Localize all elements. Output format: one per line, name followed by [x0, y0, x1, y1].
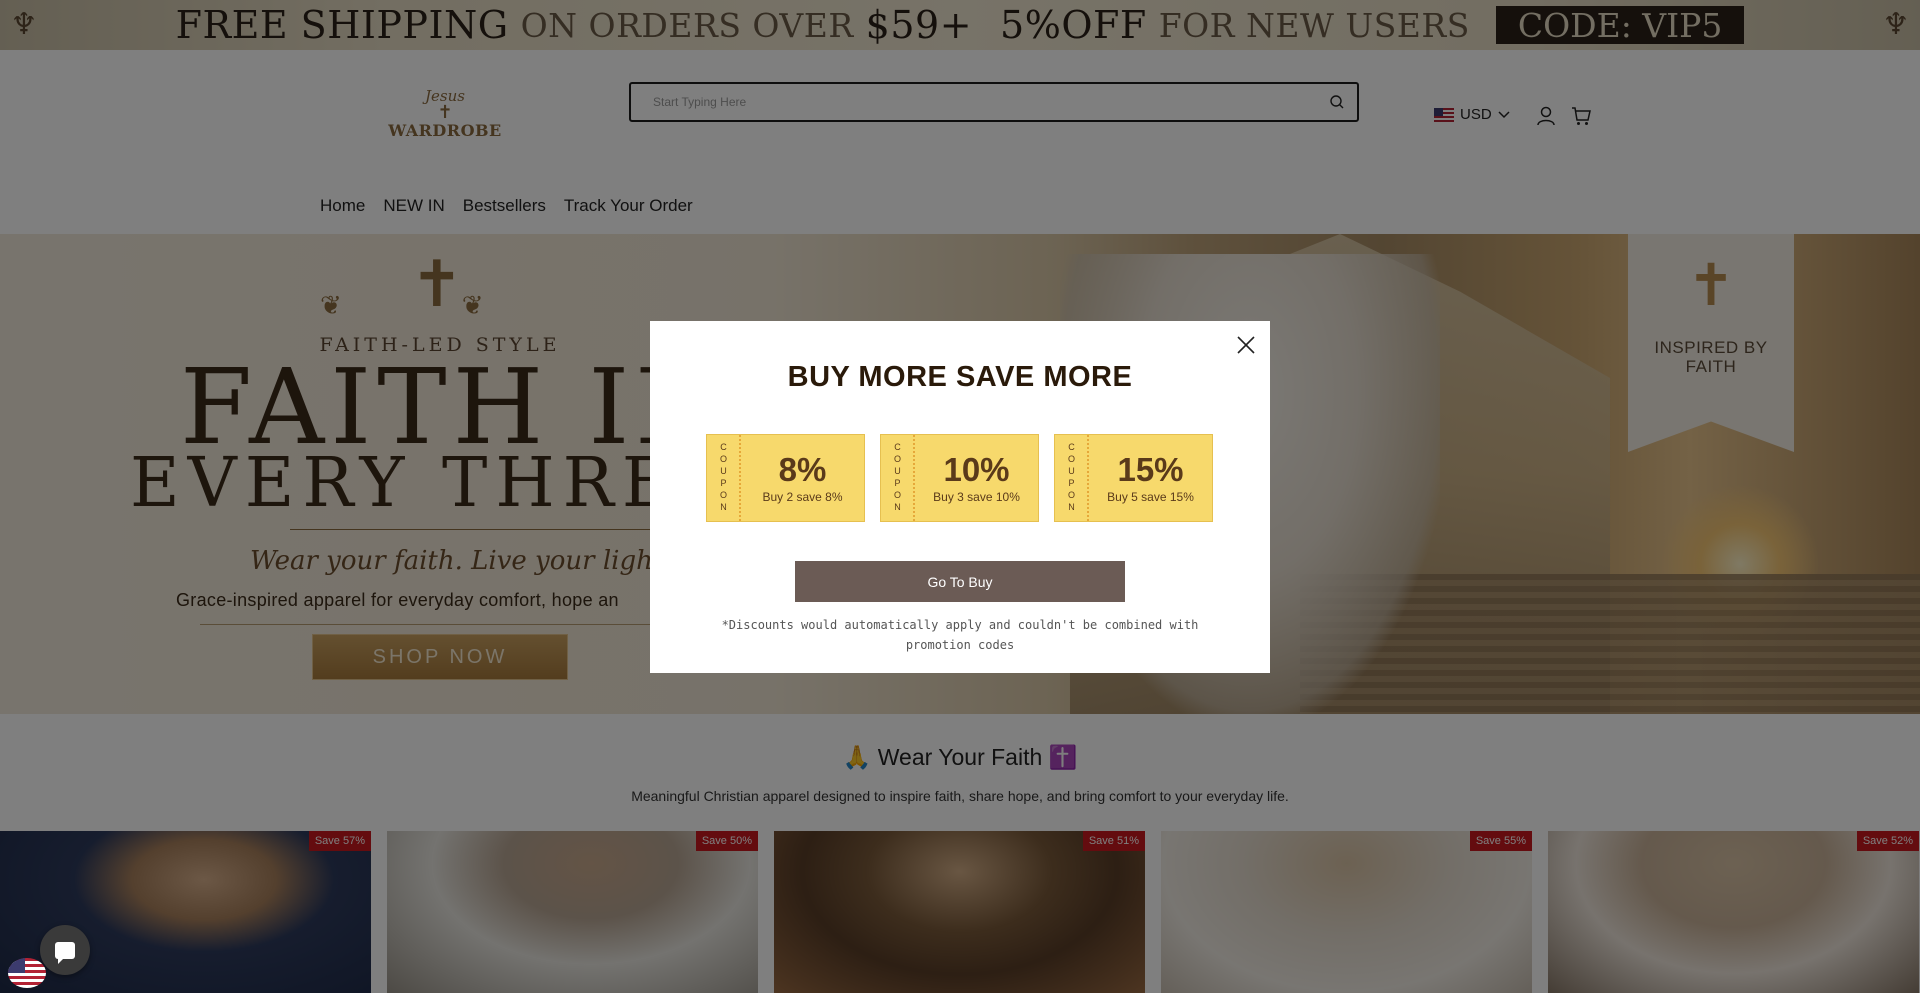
coupon-percent: 8%: [778, 451, 827, 488]
us-flag-icon[interactable]: [8, 958, 46, 988]
coupon-desc: Buy 3 save 10%: [933, 490, 1020, 504]
coupon-card[interactable]: COUPON 15% Buy 5 save 15%: [1054, 434, 1213, 522]
coupon-main: 10% Buy 3 save 10%: [915, 435, 1038, 521]
coupon-desc: Buy 2 save 8%: [762, 490, 843, 504]
go-to-buy-button[interactable]: Go To Buy: [795, 561, 1125, 602]
close-icon[interactable]: [1234, 333, 1258, 357]
coupon-side-label: COUPON: [718, 442, 729, 514]
coupon-percent: 15%: [1117, 451, 1184, 488]
promo-modal: BUY MORE SAVE MORE COUPON 8% Buy 2 save …: [650, 321, 1270, 673]
coupon-card[interactable]: COUPON 10% Buy 3 save 10%: [880, 434, 1039, 522]
coupon-side-label: COUPON: [1066, 442, 1077, 514]
modal-disclaimer: *Discounts would automatically apply and…: [721, 618, 1199, 652]
coupon-side: COUPON: [881, 435, 915, 521]
modal-title: BUY MORE SAVE MORE: [787, 361, 1133, 393]
coupon-card[interactable]: COUPON 8% Buy 2 save 8%: [706, 434, 865, 522]
coupon-desc: Buy 5 save 15%: [1107, 490, 1194, 504]
coupon-main: 8% Buy 2 save 8%: [741, 435, 864, 521]
coupon-main: 15% Buy 5 save 15%: [1089, 435, 1212, 521]
coupon-side: COUPON: [707, 435, 741, 521]
coupon-side: COUPON: [1055, 435, 1089, 521]
chat-icon: [55, 941, 75, 964]
coupon-side-label: COUPON: [892, 442, 903, 514]
chat-button[interactable]: [40, 925, 90, 975]
coupon-percent: 10%: [943, 451, 1010, 488]
